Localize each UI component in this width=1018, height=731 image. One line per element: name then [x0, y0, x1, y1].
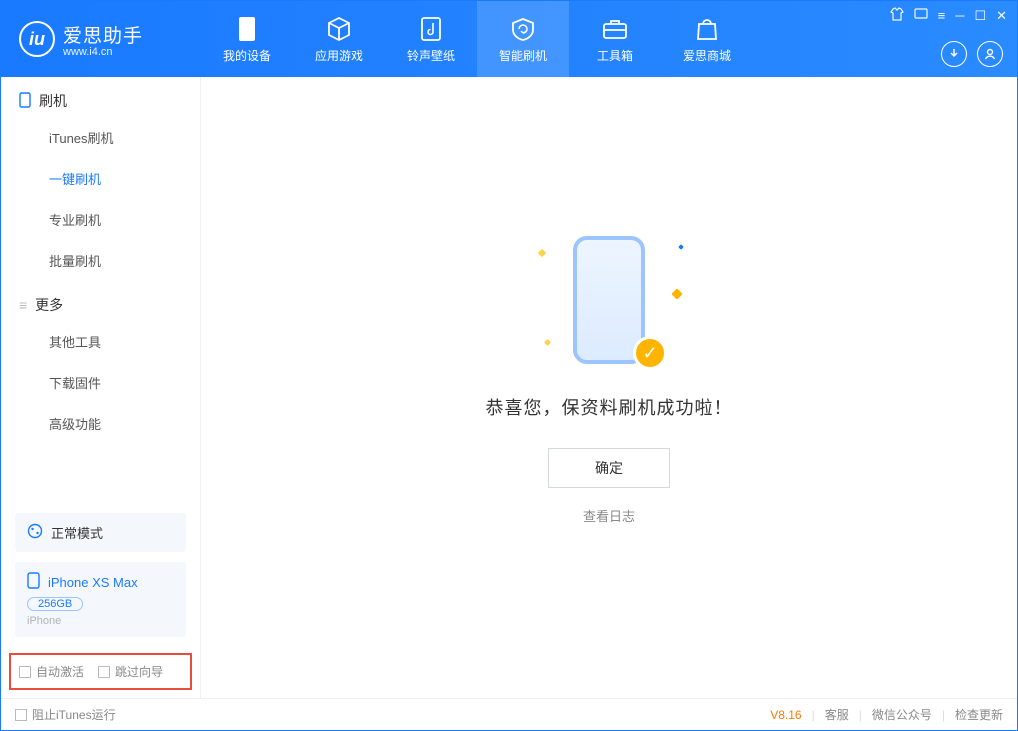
main-nav: 我的设备 应用游戏 铃声壁纸 智能刷机 工具箱 爱思商城: [201, 1, 753, 77]
sidebar-item-oneclick-flash[interactable]: 一键刷机: [1, 158, 200, 199]
nav-toolbox[interactable]: 工具箱: [569, 1, 661, 77]
ok-button[interactable]: 确定: [548, 448, 670, 488]
feedback-icon[interactable]: [914, 7, 928, 24]
device-storage: 256GB: [27, 597, 83, 611]
success-illustration: ✓: [509, 230, 709, 370]
footer-link-support[interactable]: 客服: [825, 706, 849, 723]
close-button[interactable]: ✕: [996, 8, 1007, 24]
checkbox-icon: [98, 666, 110, 678]
sidebar-item-advanced[interactable]: 高级功能: [1, 403, 200, 444]
window-controls: ≡ ─ ☐ ✕: [890, 7, 1007, 24]
logo-icon: iu: [19, 21, 55, 57]
nav-apps-games[interactable]: 应用游戏: [293, 1, 385, 77]
checkbox-icon: [15, 709, 27, 721]
toolbox-icon: [601, 15, 629, 43]
phone-small-icon: [27, 572, 40, 592]
nav-smart-flash[interactable]: 智能刷机: [477, 1, 569, 77]
check-badge-icon: ✓: [633, 336, 667, 370]
list-icon: ≡: [19, 297, 27, 313]
cube-icon: [325, 15, 353, 43]
sidebar-item-batch-flash[interactable]: 批量刷机: [1, 240, 200, 281]
device-info[interactable]: iPhone XS Max 256GB iPhone: [15, 562, 186, 637]
sidebar-item-other-tools[interactable]: 其他工具: [1, 321, 200, 362]
phone-icon: [19, 92, 31, 111]
nav-store[interactable]: 爱思商城: [661, 1, 753, 77]
minimize-button[interactable]: ─: [955, 8, 964, 23]
bag-icon: [693, 15, 721, 43]
main-content: ✓ 恭喜您，保资料刷机成功啦！ 确定 查看日志: [201, 77, 1017, 698]
sidebar-section-flash: 刷机: [1, 77, 200, 117]
refresh-icon: [509, 15, 537, 43]
checkbox-auto-activate[interactable]: 自动激活: [19, 663, 84, 680]
flash-options-highlight: 自动激活 跳过向导: [9, 653, 192, 690]
maximize-button[interactable]: ☐: [974, 8, 986, 24]
sidebar-section-more: ≡ 更多: [1, 281, 200, 321]
device-mode[interactable]: 正常模式: [15, 513, 186, 552]
device-type: iPhone: [27, 615, 174, 627]
checkbox-icon: [19, 666, 31, 678]
sidebar: 刷机 iTunes刷机 一键刷机 专业刷机 批量刷机 ≡ 更多 其他工具 下载固…: [1, 77, 201, 698]
music-icon: [417, 15, 445, 43]
device-icon: [233, 15, 261, 43]
success-message: 恭喜您，保资料刷机成功啦！: [486, 394, 733, 420]
user-button[interactable]: [977, 41, 1003, 67]
footer-link-update[interactable]: 检查更新: [955, 706, 1003, 723]
title-bar: iu 爱思助手 www.i4.cn 我的设备 应用游戏 铃声壁纸 智能刷机: [1, 1, 1017, 77]
device-name: iPhone XS Max: [48, 575, 138, 590]
status-bar: 阻止iTunes运行 V8.16 | 客服 | 微信公众号 | 检查更新: [1, 698, 1017, 730]
app-title: 爱思助手: [63, 21, 143, 48]
mode-icon: [27, 523, 43, 542]
sidebar-item-itunes-flash[interactable]: iTunes刷机: [1, 117, 200, 158]
download-button[interactable]: [941, 41, 967, 67]
menu-icon[interactable]: ≡: [938, 8, 946, 23]
checkbox-block-itunes[interactable]: 阻止iTunes运行: [15, 706, 116, 723]
shirt-icon[interactable]: [890, 7, 904, 24]
sidebar-item-download-firmware[interactable]: 下载固件: [1, 362, 200, 403]
app-url: www.i4.cn: [63, 46, 143, 58]
version-label: V8.16: [770, 708, 801, 722]
app-logo: iu 爱思助手 www.i4.cn: [1, 21, 201, 58]
sidebar-item-pro-flash[interactable]: 专业刷机: [1, 199, 200, 240]
view-log-link[interactable]: 查看日志: [583, 506, 635, 525]
nav-ringtones[interactable]: 铃声壁纸: [385, 1, 477, 77]
checkbox-skip-wizard[interactable]: 跳过向导: [98, 663, 163, 680]
nav-my-device[interactable]: 我的设备: [201, 1, 293, 77]
footer-link-wechat[interactable]: 微信公众号: [872, 706, 932, 723]
